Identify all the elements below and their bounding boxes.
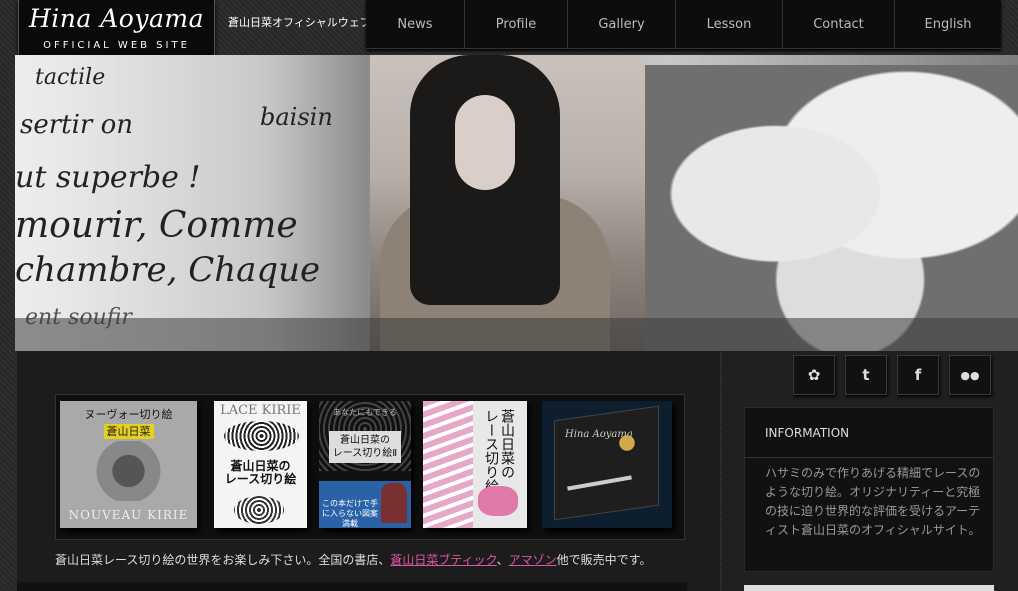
logo-subtitle: OFFICIAL WEB SITE — [43, 40, 190, 51]
amazon-link[interactable]: アマゾン — [509, 553, 557, 567]
main-nav: News Profile Gallery Lesson Contact Engl… — [366, 0, 1001, 49]
artist-photo — [370, 55, 645, 351]
hero-script-background: tactile sertir on baisin ut superbe ! mo… — [15, 55, 375, 351]
book-main-title: 蒼山日菜の レース切り絵Ⅱ — [329, 431, 401, 463]
facebook-icon[interactable]: f — [897, 355, 939, 395]
nav-item-lesson[interactable]: Lesson — [675, 0, 782, 49]
book-bottom-title: NOUVEAU KIRIE — [68, 508, 189, 522]
nav-item-contact[interactable]: Contact — [782, 0, 894, 49]
hero-script-line: tactile — [35, 65, 106, 90]
hero-script-line: mourir, Comme — [15, 205, 298, 246]
book-art — [85, 441, 172, 501]
book-cover-lace-kirie-pink[interactable]: 蒼山日菜の レース切り絵 — [423, 401, 527, 528]
nav-item-news[interactable]: News — [366, 0, 464, 49]
sidebar-lower-box — [744, 585, 994, 591]
caption-text-end: 他で販売中です。 — [556, 553, 652, 567]
book-title: あなたにもできる — [333, 408, 397, 417]
book-main-title: 蒼山日菜の レース切り絵 — [224, 459, 297, 486]
information-box: INFORMATION ハサミのみで作りあげる精細でレースのような切り絵。オリジ… — [744, 407, 994, 572]
book-author: 蒼山日菜 — [103, 424, 154, 439]
hero-script-line: sertir on — [20, 110, 134, 140]
hero-bottom-strip — [15, 318, 1018, 351]
book-title: LACE KIRIE — [220, 403, 301, 418]
content-bottom-bar — [17, 582, 687, 591]
logo-name: Hina Aoyama — [29, 4, 204, 33]
caption-text: 蒼山日菜レース切り絵の世界をお楽しみ下さい。全国の書店、 — [55, 553, 391, 567]
nav-item-english[interactable]: English — [894, 0, 1001, 49]
flickr-icon[interactable]: ●● — [949, 355, 991, 395]
information-heading: INFORMATION — [745, 408, 993, 458]
tumblr-icon[interactable]: t — [845, 355, 887, 395]
book-cover-lace-kirie-2[interactable]: あなたにもできる 蒼山日菜の レース切り絵Ⅱ この本だけで手に入らない図案満載 — [319, 401, 411, 528]
site-tagline: 蒼山日菜オフィシャルウェブサイト — [228, 16, 368, 29]
nav-item-profile[interactable]: Profile — [464, 0, 567, 49]
site-logo[interactable]: Hina Aoyama OFFICIAL WEB SITE — [18, 0, 215, 58]
nav-item-gallery[interactable]: Gallery — [567, 0, 675, 49]
book-title: ヌーヴォー切り絵 — [84, 408, 173, 421]
hero-script-line: ut superbe ! — [15, 160, 201, 195]
flower-icon[interactable]: ✿ — [793, 355, 835, 395]
book-cover-nouveau-kirie[interactable]: ヌーヴォー切り絵 蒼山日菜 NOUVEAU KIRIE — [60, 401, 197, 528]
book-main-title: 蒼山日菜の レース切り絵 — [483, 409, 515, 493]
book-footer: この本だけで手に入らない図案満載 — [322, 499, 378, 528]
information-body: ハサミのみで作りあげる精細でレースのような切り絵。オリジナリティーと究極の技に迫… — [765, 466, 981, 537]
butterfly-papercut-image — [645, 65, 1018, 351]
book-showcase: ヌーヴォー切り絵 蒼山日菜 NOUVEAU KIRIE LACE KIRIE 蒼… — [55, 394, 685, 540]
boutique-link[interactable]: 蒼山日菜ブティック — [390, 553, 496, 567]
hero-script-line: baisin — [260, 103, 333, 131]
book-caption: 蒼山日菜レース切り絵の世界をお楽しみ下さい。全国の書店、蒼山日菜ブティック、アマ… — [55, 553, 652, 567]
book-cover-lace-kirie[interactable]: LACE KIRIE 蒼山日菜の レース切り絵 — [214, 401, 307, 528]
book-box-set[interactable]: Hina Aoyama — [542, 401, 672, 528]
hero-script-line: chambre, Chaque — [15, 250, 321, 290]
hero-image: tactile sertir on baisin ut superbe ! mo… — [15, 55, 1018, 351]
